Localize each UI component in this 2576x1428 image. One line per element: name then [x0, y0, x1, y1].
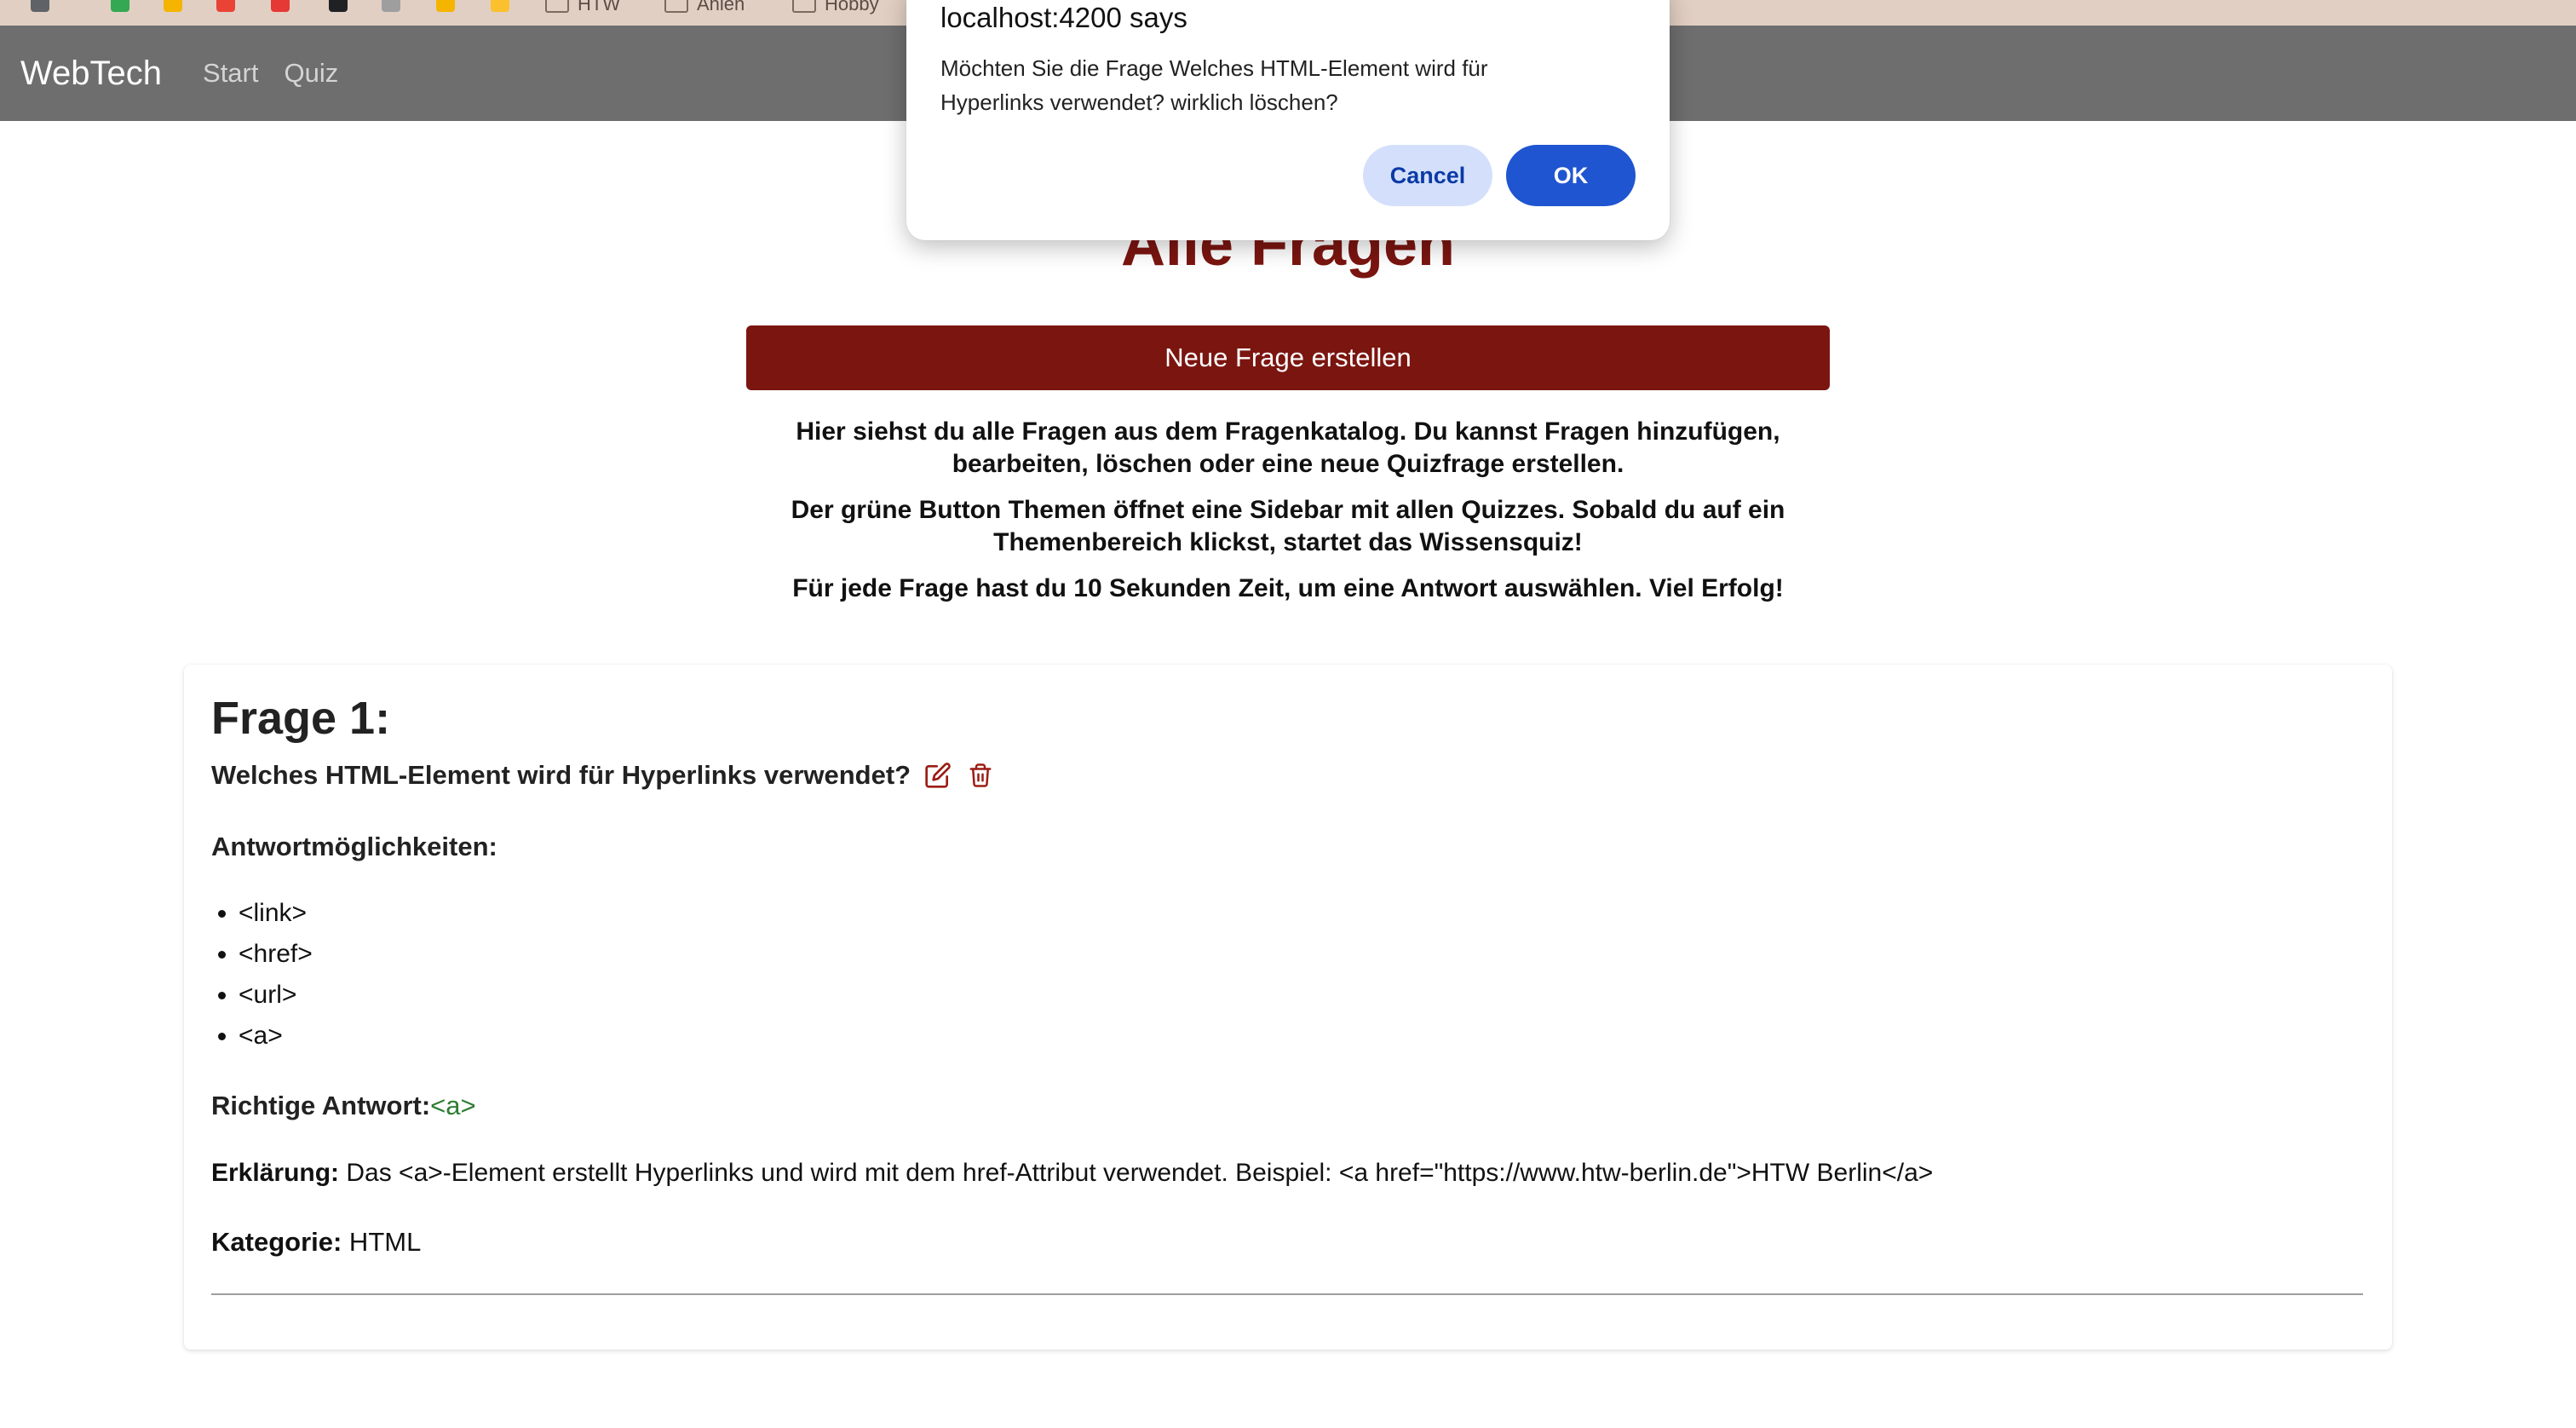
new-question-button[interactable]: Neue Frage erstellen [746, 325, 1830, 390]
dialog-message: Möchten Sie die Frage Welches HTML-Eleme… [940, 55, 1488, 115]
drive-icon[interactable] [164, 0, 182, 12]
nav-link-start[interactable]: Start [203, 58, 258, 89]
bookmark-icon[interactable] [216, 0, 235, 12]
apps-grid-icon[interactable] [31, 0, 49, 12]
answer-option: <url> [239, 975, 313, 1016]
intro-paragraph: Hier siehst du alle Fragen aus dem Frage… [796, 417, 1780, 478]
bookmark-folder[interactable]: Hobby [792, 0, 879, 15]
intro-paragraph: Der grüne Button Themen öffnet eine Side… [791, 496, 1785, 556]
answer-option: <a> [239, 1016, 313, 1057]
cancel-button[interactable]: Cancel [1363, 145, 1492, 206]
correct-answer-value: <a> [430, 1091, 476, 1120]
category-row: Kategorie: HTML [211, 1227, 421, 1258]
intro-paragraph: Für jede Frage hast du 10 Sekunden Zeit,… [792, 574, 1784, 602]
trash-icon[interactable] [965, 760, 996, 791]
ok-button[interactable]: OK [1506, 145, 1636, 206]
answer-list: <link> <href> <url> <a> [211, 893, 313, 1057]
explanation-label: Erklärung: [211, 1159, 340, 1187]
category-label: Kategorie: [211, 1227, 342, 1257]
bookmark-icon[interactable] [329, 0, 348, 12]
answers-heading: Antwortmöglichkeiten: [211, 832, 497, 861]
explanation-text: Das <a>-Element erstellt Hyperlinks und … [339, 1159, 1934, 1187]
maps-icon[interactable] [111, 0, 129, 12]
question-text: Welches HTML-Element wird für Hyperlinks… [211, 760, 911, 790]
explanation-row: Erklärung: Das <a>-Element erstellt Hype… [211, 1159, 1933, 1188]
bookmark-folder[interactable]: Ahlen [664, 0, 745, 15]
nav-link-quiz[interactable]: Quiz [284, 58, 338, 89]
star-icon[interactable] [491, 0, 509, 12]
edit-icon[interactable] [923, 760, 953, 791]
bookmark-icon[interactable] [436, 0, 455, 12]
bookmark-folder[interactable]: HTW [545, 0, 620, 15]
divider [211, 1293, 2363, 1295]
bookmark-folder-label: Ahlen [697, 0, 745, 14]
folder-icon [664, 0, 688, 13]
category-value: HTML [342, 1227, 422, 1257]
answer-option: <link> [239, 893, 313, 934]
intro-text: Hier siehst du alle Fragen aus dem Frage… [777, 416, 1799, 619]
correct-answer-label: Richtige Antwort: [211, 1091, 431, 1120]
question-title: Frage 1: [211, 693, 391, 744]
answer-option: <href> [239, 934, 313, 975]
correct-answer-row: Richtige Antwort:<a> [211, 1091, 476, 1121]
question-card: Frage 1: Welches HTML-Element wird für H… [184, 665, 2392, 1350]
folder-icon [792, 0, 816, 13]
dialog-title: localhost:4200 says [940, 2, 1187, 33]
question-row: Welches HTML-Element wird für Hyperlinks… [211, 760, 996, 791]
brand-link[interactable]: WebTech [20, 55, 162, 93]
confirm-dialog: localhost:4200 says Möchten Sie die Frag… [906, 0, 1670, 240]
code-icon[interactable] [382, 0, 400, 12]
bookmark-folder-label: Hobby [825, 0, 879, 14]
youtube-icon[interactable] [271, 0, 290, 12]
bookmark-folder-label: HTW [578, 0, 621, 14]
folder-icon [545, 0, 569, 13]
